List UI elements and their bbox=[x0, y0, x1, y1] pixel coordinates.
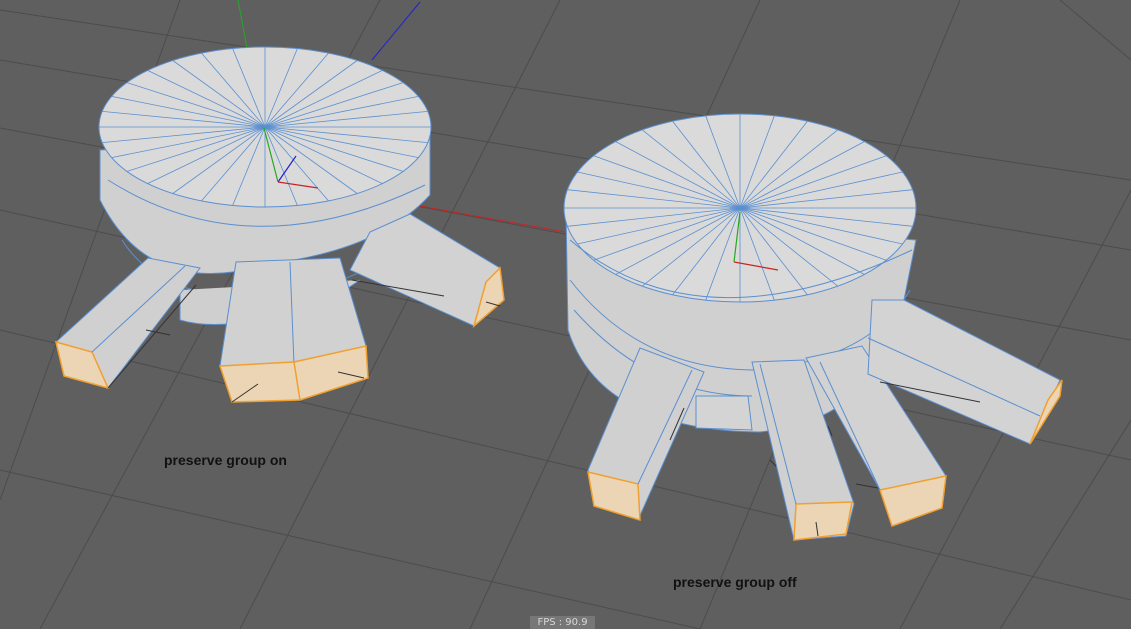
extrusion-2 bbox=[695, 395, 753, 431]
3d-viewport[interactable]: preserve group on preserve group off FPS… bbox=[0, 0, 1131, 629]
grid-line bbox=[1059, 0, 1131, 61]
mesh-object-left[interactable] bbox=[54, 46, 505, 403]
world-x-axis-line bbox=[419, 205, 566, 233]
selected-face bbox=[793, 501, 853, 541]
grid-line bbox=[999, 419, 1131, 629]
world-z-axis-line bbox=[371, 1, 421, 61]
cap-spokes bbox=[564, 114, 916, 302]
mesh-object-right[interactable] bbox=[563, 113, 1063, 541]
extrusion-right bbox=[349, 213, 505, 329]
extrusion-left bbox=[54, 257, 201, 390]
viewport-canvas[interactable] bbox=[0, 0, 1131, 629]
extrusion-center bbox=[218, 257, 369, 403]
fps-counter: FPS : 90.9 bbox=[530, 616, 595, 629]
annotation-preserve-group-off: preserve group off bbox=[673, 574, 797, 590]
cap-spokes bbox=[99, 47, 431, 207]
annotation-preserve-group-on: preserve group on bbox=[164, 452, 287, 468]
